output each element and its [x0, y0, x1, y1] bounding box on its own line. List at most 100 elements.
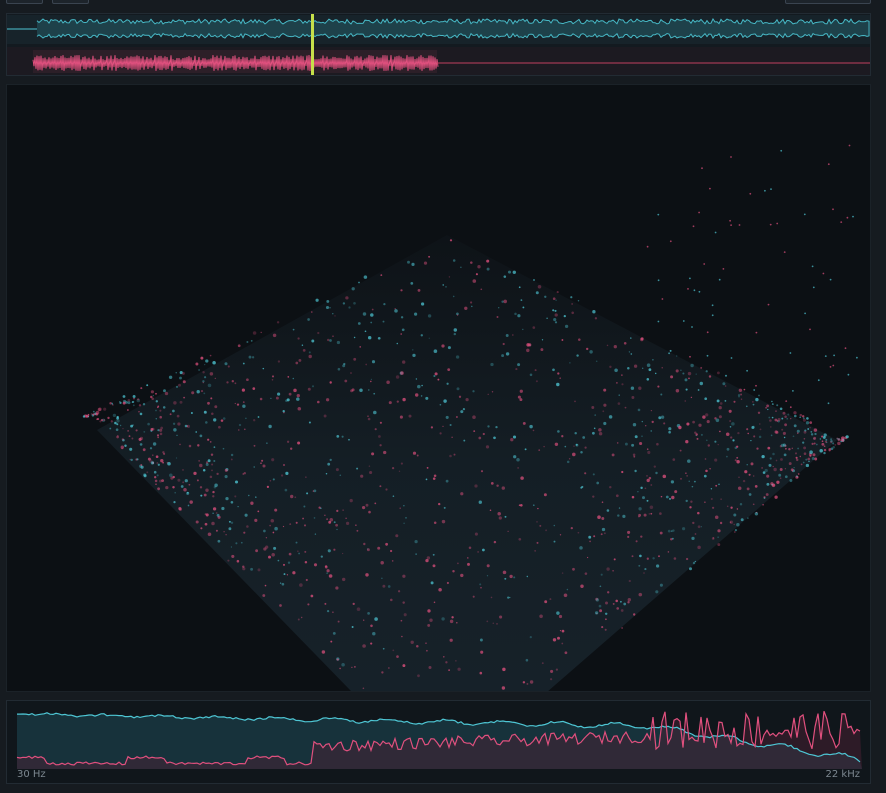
spectrogram-point	[131, 437, 134, 440]
spectrogram-point	[453, 332, 457, 336]
spectrogram-point	[730, 156, 732, 158]
spectrogram-point	[603, 532, 606, 535]
spectrogram-point	[111, 402, 113, 404]
spectrogram-point	[648, 476, 652, 480]
spectrogram-point	[719, 521, 723, 525]
spectrogram-point	[624, 406, 627, 409]
spectrogram-point	[532, 326, 536, 329]
spectrogram-point	[290, 447, 293, 450]
spectrogram-point	[584, 472, 587, 475]
spectrogram-point	[661, 367, 663, 369]
spectrogram-point	[845, 435, 849, 439]
spectrogram-point	[181, 371, 185, 375]
spectrogram-3d-view[interactable]	[6, 84, 871, 692]
spectrogram-point	[699, 381, 704, 386]
spectrogram-point	[649, 505, 654, 510]
spectrogram-point	[265, 537, 268, 539]
spectrogram-point	[746, 428, 749, 431]
spectrogram-point	[766, 404, 769, 408]
playhead-marker[interactable]	[311, 14, 314, 76]
spectrogram-point	[710, 488, 713, 490]
toolbar-button-2[interactable]	[52, 0, 89, 4]
spectrogram-point	[621, 627, 623, 629]
spectrogram-point	[539, 524, 542, 527]
spectrogram-point	[533, 279, 535, 281]
spectrogram-point	[132, 424, 134, 426]
spectrogram-point	[472, 595, 475, 598]
spectrogram-point	[146, 384, 149, 387]
spectrogram-point	[631, 495, 635, 499]
spectrogram-point	[775, 410, 777, 412]
spectrogram-point	[783, 251, 786, 254]
spectrogram-point	[130, 458, 133, 462]
spectrogram-point	[405, 517, 407, 519]
spectrogram-point	[493, 436, 496, 440]
spectrogram-point	[412, 353, 416, 358]
spectrogram-point	[487, 425, 490, 428]
spectrogram-point	[103, 407, 107, 411]
spectrogram-point	[464, 306, 468, 310]
spectrogram-point	[767, 408, 769, 411]
spectrogram-point	[570, 296, 573, 299]
spectrogram-point	[432, 553, 435, 556]
spectrogram-point	[266, 485, 270, 489]
spectrogram-point	[532, 504, 535, 507]
spectrogram-point	[810, 433, 814, 436]
spectrogram-point	[132, 395, 136, 398]
spectrogram-point	[724, 385, 727, 387]
spectrogram-point	[458, 395, 462, 398]
spectrogram-point	[274, 526, 278, 531]
spectrogram-point	[457, 562, 459, 565]
spectrogram-point	[499, 615, 503, 619]
spectrogram-point	[627, 535, 630, 538]
spectrogram-point	[829, 366, 832, 368]
spectrogram-point	[242, 401, 245, 403]
spectrogram-point	[726, 505, 729, 508]
spectrogram-point	[795, 456, 798, 459]
toolbar-button-1[interactable]	[6, 0, 43, 4]
spectrogram-point	[807, 428, 810, 430]
spectrogram-point	[452, 570, 455, 573]
freq-max-label: 22 kHz	[825, 769, 860, 780]
spectrogram-point	[719, 430, 721, 433]
spectrogram-point	[410, 640, 414, 645]
spectrogram-point	[116, 435, 119, 439]
spectrogram-point	[479, 671, 483, 675]
spectrogram-point	[452, 295, 455, 298]
spectrogram-point	[792, 390, 794, 392]
spectrogram-point	[615, 599, 618, 603]
spectrogram-point	[797, 473, 800, 475]
spectrogram-point	[628, 351, 631, 353]
spectrogram-point	[580, 584, 584, 588]
spectrogram-point	[774, 495, 778, 499]
spectrogram-point	[600, 533, 603, 536]
spectrogram-point	[486, 575, 489, 577]
spectrogram-point	[655, 590, 659, 594]
spectrogram-point	[202, 370, 205, 374]
spectrogram-point	[754, 485, 758, 488]
spectrogram-point	[566, 588, 569, 591]
spectrogram-point	[668, 352, 670, 355]
toolbar-button-3[interactable]	[785, 0, 871, 4]
spectrogram-point	[734, 459, 737, 462]
spectrogram-point	[121, 438, 124, 441]
spectrogram-point	[410, 282, 414, 285]
spectrogram-point	[119, 401, 121, 403]
spectrogram-point	[717, 536, 719, 538]
spectrogram-point	[598, 604, 602, 608]
spectrogram-point	[507, 596, 510, 599]
spectrogram-point	[724, 374, 728, 377]
spectrogram-point	[255, 549, 259, 553]
spectrogram-point	[212, 507, 217, 511]
spectrogram-point	[794, 414, 797, 418]
spectrogram-point	[498, 307, 500, 309]
spectrogram-point	[734, 528, 738, 532]
spectrogram-point	[689, 277, 691, 280]
spectrogram-point	[736, 445, 739, 448]
spectrogram-point	[650, 484, 653, 486]
spectrogram-point	[226, 381, 229, 384]
waveform-overview[interactable]	[6, 13, 871, 76]
spectrogram-point	[238, 429, 240, 431]
spectrogram-point	[513, 455, 517, 459]
spectrogram-point	[451, 436, 453, 438]
